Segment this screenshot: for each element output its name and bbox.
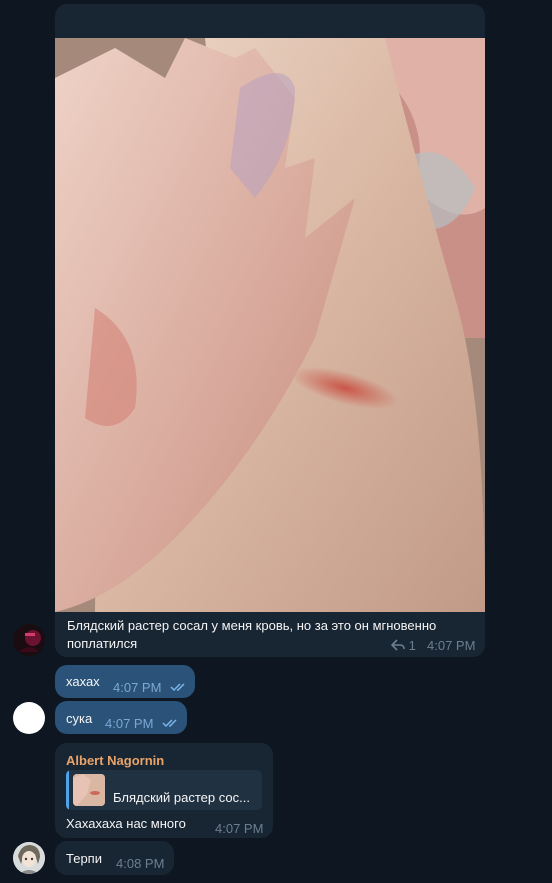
reply-count[interactable]: 1 (390, 638, 416, 653)
photo-message[interactable]: Блядский растер сосал у меня кровь, но з… (55, 4, 485, 657)
message-text: Хахахаха нас много (66, 816, 186, 831)
photo-thumbnail (73, 774, 105, 806)
message-time: 4:07 PM (215, 821, 264, 836)
message-time: 4:08 PM (116, 856, 165, 871)
message-text: сука (66, 711, 93, 726)
outgoing-message[interactable]: сука 4:07 PM (55, 701, 187, 734)
sender-name[interactable]: Albert Nagornin (66, 753, 164, 768)
quoted-text: Блядский растер сос... (113, 790, 250, 805)
message-time: 4:07 PM (427, 638, 476, 653)
message-text: хахах (66, 674, 100, 689)
message-time: 4:07 PM (105, 716, 154, 731)
message-text: Терпи (66, 851, 102, 866)
avatar[interactable] (13, 624, 45, 656)
reply-message[interactable]: Albert Nagornin Блядский растер сос... Х… (55, 743, 273, 838)
avatar[interactable] (13, 842, 45, 874)
outgoing-message[interactable]: хахах 4:07 PM (55, 665, 195, 698)
double-check-icon (162, 719, 177, 728)
incoming-message[interactable]: Терпи 4:08 PM (55, 841, 174, 875)
quote-bar (66, 770, 69, 810)
photo-attachment[interactable] (55, 38, 485, 612)
reply-arrow-icon (390, 639, 405, 651)
double-check-icon (170, 683, 185, 692)
avatar[interactable] (13, 702, 45, 734)
reply-count-number: 1 (408, 638, 416, 653)
quoted-message[interactable]: Блядский растер сос... (66, 770, 262, 810)
message-time: 4:07 PM (113, 680, 162, 695)
